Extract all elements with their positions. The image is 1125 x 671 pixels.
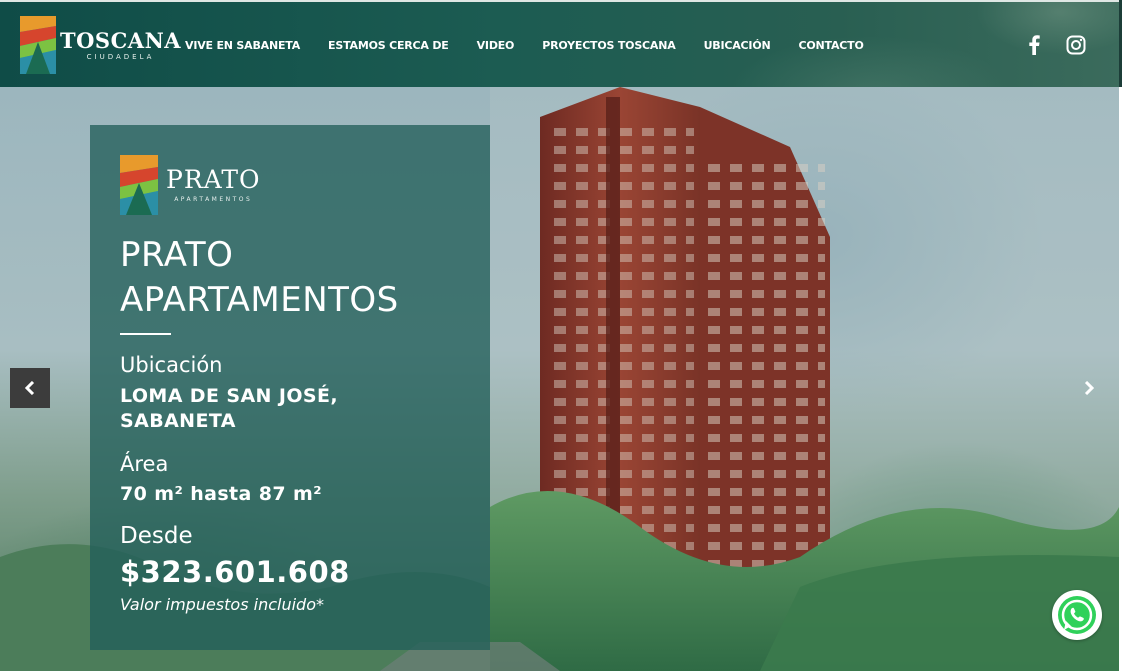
area-label: Área	[120, 452, 169, 476]
title-divider	[120, 333, 171, 335]
nav-contacto[interactable]: CONTACTO	[798, 39, 863, 52]
instagram-icon[interactable]	[1065, 34, 1087, 56]
nav-video[interactable]: VIDEO	[477, 39, 515, 52]
project-title: PRATO APARTAMENTOS	[120, 235, 399, 320]
price-note: Valor impuestos incluido*	[120, 595, 324, 614]
chevron-left-icon	[25, 381, 35, 395]
toscana-logo-mark	[20, 16, 56, 74]
price-value: $323.601.608	[120, 555, 350, 589]
logo-title: TOSCANA	[60, 27, 182, 53]
prato-logo-subtitle: APARTAMENTOS	[174, 196, 253, 203]
whatsapp-icon	[1058, 596, 1096, 634]
nav-estamos-cerca-de[interactable]: ESTAMOS CERCA DE	[328, 39, 449, 52]
logo-subtitle: CIUDADELA	[86, 52, 155, 61]
price-label: Desde	[120, 523, 193, 549]
hero-slider: PRATO APARTAMENTOS PRATO APARTAMENTOS Ub…	[0, 87, 1119, 671]
chevron-right-icon	[1084, 381, 1094, 395]
prato-logo: PRATO APARTAMENTOS	[120, 155, 261, 215]
slider-next-button[interactable]	[1069, 368, 1109, 408]
whatsapp-chat-button[interactable]	[1052, 590, 1102, 640]
site-header: TOSCANA CIUDADELA VIVE EN SABANETA ESTAM…	[0, 0, 1119, 87]
toscana-logo[interactable]: TOSCANA CIUDADELA	[20, 16, 181, 74]
prato-logo-mark	[120, 155, 158, 215]
area-value: 70 m² hasta 87 m²	[120, 483, 322, 505]
main-nav: VIVE EN SABANETA ESTAMOS CERCA DE VIDEO …	[185, 39, 892, 52]
facebook-icon[interactable]	[1023, 34, 1045, 56]
scrollbar-track[interactable]	[1119, 0, 1125, 671]
nav-ubicacion[interactable]: UBICACIÓN	[704, 39, 771, 52]
location-value: LOMA DE SAN JOSÉ, SABANETA	[120, 385, 338, 432]
nav-vive-en-sabaneta[interactable]: VIVE EN SABANETA	[185, 39, 300, 52]
location-label: Ubicación	[120, 353, 223, 377]
project-info-panel: PRATO APARTAMENTOS PRATO APARTAMENTOS Ub…	[90, 125, 490, 650]
prato-logo-title: PRATO	[166, 165, 261, 194]
slider-prev-button[interactable]	[10, 368, 50, 408]
nav-proyectos-toscana[interactable]: PROYECTOS TOSCANA	[542, 39, 676, 52]
